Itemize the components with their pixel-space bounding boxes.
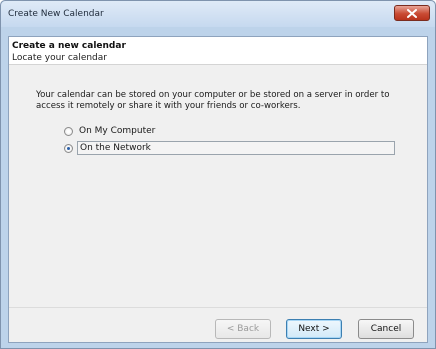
page-title: Create a new calendar <box>12 41 126 51</box>
option-on-my-computer[interactable]: On My Computer <box>64 124 155 138</box>
option-label-on-my-computer[interactable]: On My Computer <box>79 126 155 136</box>
title-bar[interactable]: Create New Calendar <box>1 1 435 27</box>
close-icon <box>407 8 417 18</box>
cancel-button[interactable]: Cancel <box>358 319 414 339</box>
footer-divider <box>9 307 427 308</box>
wizard-header: Create a new calendar Locate your calend… <box>9 37 427 65</box>
radio-on-the-network[interactable] <box>64 143 73 153</box>
storage-description: Your calendar can be stored on your comp… <box>36 90 390 111</box>
window-title: Create New Calendar <box>8 9 104 19</box>
radio-on-my-computer[interactable] <box>64 126 73 136</box>
dialog-body: Create a new calendar Locate your calend… <box>8 36 428 343</box>
next-button[interactable]: Next > <box>286 319 342 339</box>
option-label-on-the-network[interactable]: On the Network <box>77 141 395 155</box>
page-subtitle: Locate your calendar <box>12 53 107 63</box>
option-on-the-network[interactable]: On the Network <box>64 141 395 155</box>
back-button[interactable]: < Back <box>215 319 271 339</box>
close-button[interactable] <box>394 5 430 21</box>
dialog-window: Create New Calendar Create a new calenda… <box>0 0 436 349</box>
